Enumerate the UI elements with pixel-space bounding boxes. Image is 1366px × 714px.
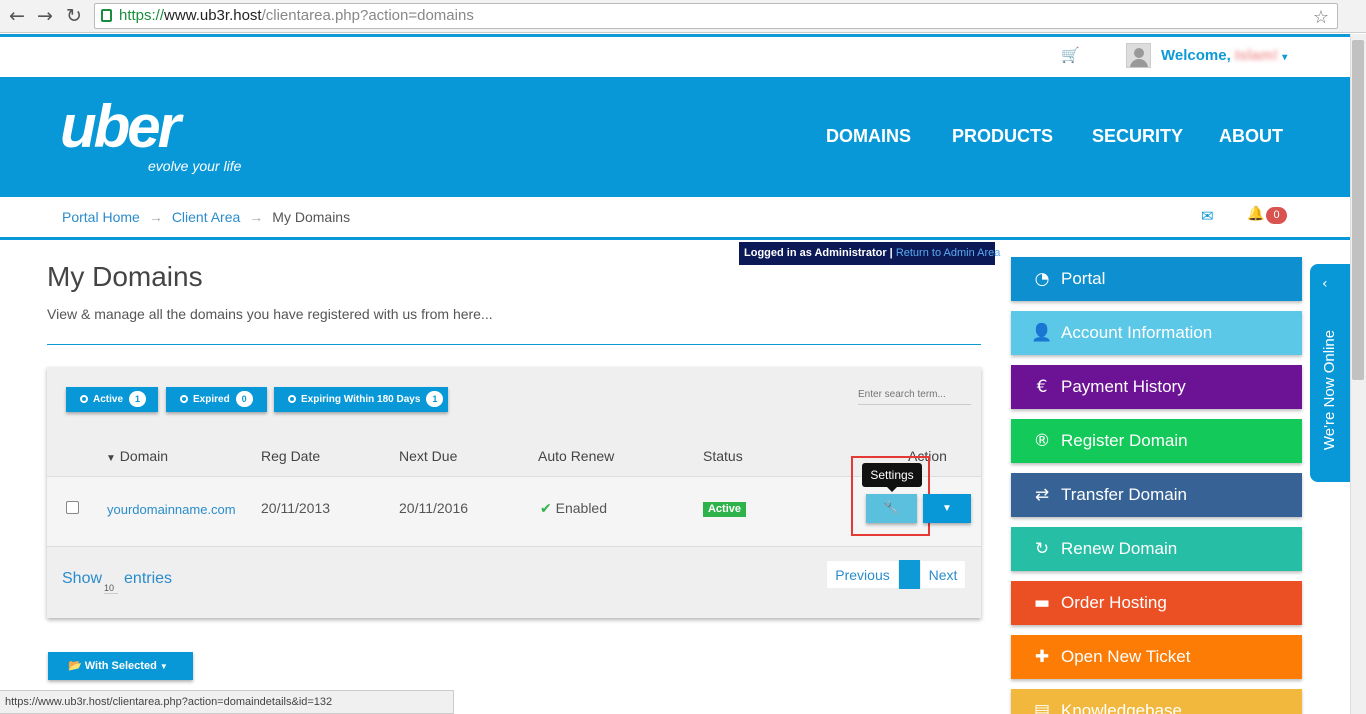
page-title: My Domains <box>47 261 203 292</box>
euro-icon: € <box>1036 377 1048 397</box>
filter-active-button[interactable]: Active 1 <box>66 387 158 412</box>
status-badge: Active <box>703 502 746 517</box>
breadcrumb-current: My Domains <box>272 209 351 225</box>
domain-link[interactable]: yourdomainname.com <box>107 501 236 517</box>
sidebar-item-knowledgebase[interactable]: ▤ Knowledgebase <box>1011 689 1302 714</box>
browser-status-url: https://www.ub3r.host/clientarea.php?act… <box>0 690 454 714</box>
sidebar-item-account-information[interactable]: 👤 Account Information <box>1011 311 1302 355</box>
filter-count: 1 <box>426 391 444 407</box>
column-header-next-due[interactable]: Next Due <box>399 448 457 464</box>
avatar[interactable] <box>1126 43 1151 68</box>
sidebar-item-order-hosting[interactable]: ▬ Order Hosting <box>1011 581 1302 625</box>
settings-button[interactable]: 🔧 <box>866 494 917 523</box>
nav-about[interactable]: ABOUT <box>1219 126 1283 147</box>
filter-count: 1 <box>129 391 147 407</box>
circle-icon <box>80 395 88 403</box>
url-path: /clientarea.php?action=domains <box>261 7 474 24</box>
tooltip-arrow <box>887 487 897 492</box>
caret-down-icon: ▼ <box>942 503 952 514</box>
settings-tooltip: Settings <box>862 463 922 487</box>
top-accent-strip <box>0 34 1350 37</box>
nav-security[interactable]: SECURITY <box>1092 126 1183 147</box>
auto-renew-cell: ✔ Enabled <box>540 500 608 517</box>
online-chat-label: We're Now Online <box>1321 329 1338 451</box>
bookmark-star-icon[interactable]: ☆ <box>1313 6 1329 30</box>
dashboard-icon: ◔ <box>1034 269 1050 289</box>
welcome-text: Welcome, <box>1161 47 1231 64</box>
caret-down-icon: ▼ <box>159 662 168 671</box>
column-header-status[interactable]: Status <box>703 448 743 464</box>
filter-expiring-button[interactable]: Expiring Within 180 Days 1 <box>274 387 448 412</box>
sidebar-item-payment-history[interactable]: € Payment History <box>1011 365 1302 409</box>
transfer-icon: ⇄ <box>1034 485 1050 505</box>
back-icon[interactable]: ← <box>5 4 29 28</box>
page-number-button[interactable]: 1 <box>899 560 920 589</box>
return-admin-link[interactable]: Return to Admin Area <box>896 247 1001 259</box>
column-header-reg-date[interactable]: Reg Date <box>261 448 320 464</box>
user-icon: 👤 <box>1031 323 1053 343</box>
scrollbar-thumb[interactable] <box>1352 40 1364 380</box>
breadcrumb-separator: → <box>148 209 163 225</box>
folder-open-icon: 📂 <box>68 659 82 672</box>
check-icon: ✔ <box>540 501 552 517</box>
server-icon: ▬ <box>1033 593 1051 613</box>
next-page-button[interactable]: Next <box>920 560 966 589</box>
breadcrumb-client-area[interactable]: Client Area <box>172 209 240 225</box>
entries-length: Show10entries <box>62 570 173 594</box>
reload-icon[interactable]: ↻ <box>62 4 86 28</box>
nav-domains[interactable]: DOMAINS <box>826 126 911 147</box>
filter-count: 0 <box>235 391 253 407</box>
sidebar-item-transfer-domain[interactable]: ⇄ Transfer Domain <box>1011 473 1302 517</box>
logo[interactable]: uber <box>60 92 181 162</box>
sidebar-item-portal[interactable]: ◔ Portal <box>1011 257 1302 301</box>
mail-icon[interactable]: ✉ <box>1201 207 1214 225</box>
breadcrumb: Portal Home → Client Area → My Domains <box>62 209 350 225</box>
admin-bar-divider: | <box>889 247 893 259</box>
breadcrumb-portal-home[interactable]: Portal Home <box>62 209 140 225</box>
refresh-icon: ↻ <box>1034 539 1050 559</box>
sidebar-item-register-domain[interactable]: ® Register Domain <box>1011 419 1302 463</box>
previous-page-button[interactable]: Previous <box>826 560 899 589</box>
url-scheme: https:// <box>119 7 165 24</box>
with-selected-button[interactable]: 📂 With Selected ▼ <box>48 652 193 680</box>
url-host: www.ub3r.host <box>164 7 262 24</box>
column-header-domain[interactable]: ▼ Domain <box>106 448 168 464</box>
circle-icon <box>288 395 296 403</box>
search-input[interactable] <box>858 385 971 405</box>
page-description: View & manage all the domains you have r… <box>47 306 493 322</box>
title-divider <box>47 344 981 345</box>
admin-bar: Logged in as Administrator | Return to A… <box>739 242 1000 265</box>
forward-icon[interactable]: → <box>33 4 57 28</box>
book-icon: ▤ <box>1033 701 1051 714</box>
plus-icon: ✚ <box>1034 647 1050 667</box>
circle-icon <box>180 395 188 403</box>
register-icon: ® <box>1033 431 1051 451</box>
logo-tagline: evolve your life <box>148 158 242 174</box>
address-bar[interactable]: https://www.ub3r.host/clientarea.php?act… <box>94 3 1338 29</box>
cart-icon[interactable]: 🛒 <box>1061 46 1080 64</box>
entries-select[interactable]: 10 <box>104 583 119 594</box>
next-due-cell: 20/11/2016 <box>399 500 469 516</box>
lock-icon <box>101 9 112 22</box>
wrench-icon: 🔧 <box>883 501 900 516</box>
sort-caret-icon: ▼ <box>106 453 116 464</box>
admin-bar-text: Logged in as Administrator <box>744 247 887 259</box>
sidebar-item-renew-domain[interactable]: ↻ Renew Domain <box>1011 527 1302 571</box>
notification-badge[interactable]: 0 <box>1266 207 1287 224</box>
breadcrumb-separator: → <box>249 209 264 225</box>
action-dropdown-button[interactable]: ▼ <box>923 494 971 523</box>
chevron-down-icon: ▾ <box>1282 52 1288 63</box>
sidebar-item-open-new-ticket[interactable]: ✚ Open New Ticket <box>1011 635 1302 679</box>
nav-products[interactable]: PRODUCTS <box>952 126 1053 147</box>
reg-date-cell: 20/11/2013 <box>261 500 331 516</box>
welcome-menu[interactable]: Welcome, Islam! ▾ <box>1161 47 1287 64</box>
row-checkbox[interactable] <box>66 501 79 514</box>
username: Islam! <box>1234 47 1279 64</box>
filter-expired-button[interactable]: Expired 0 <box>166 387 267 412</box>
bell-icon[interactable]: 🔔 <box>1247 206 1264 222</box>
column-header-auto-renew[interactable]: Auto Renew <box>538 448 614 464</box>
